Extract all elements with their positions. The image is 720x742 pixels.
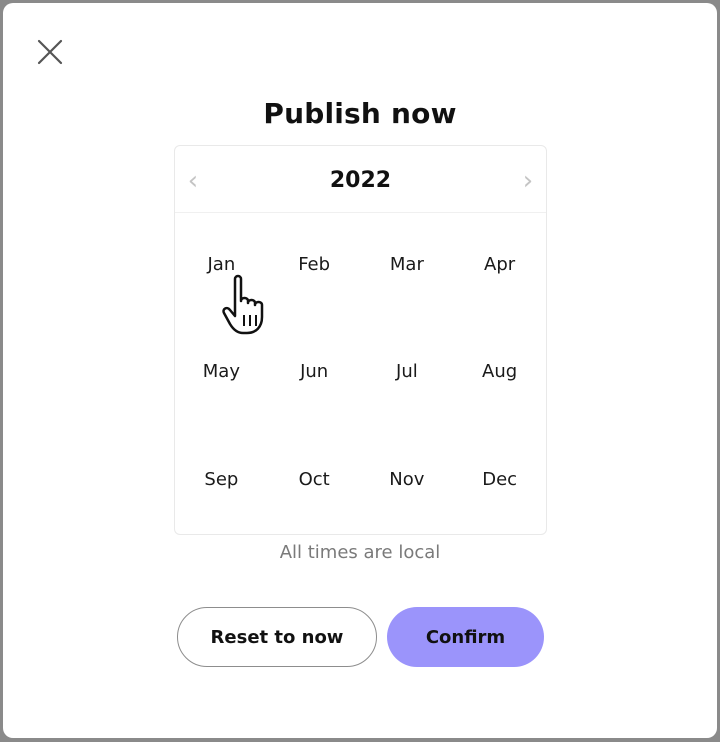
close-button[interactable] [35, 37, 65, 67]
chevron-right-icon[interactable]: › [516, 166, 540, 196]
month-jan[interactable]: Jan [175, 212, 268, 319]
month-mar[interactable]: Mar [361, 212, 454, 319]
month-aug[interactable]: Aug [453, 319, 546, 426]
close-icon [37, 39, 63, 65]
month-nov[interactable]: Nov [361, 427, 454, 534]
reset-to-now-button[interactable]: Reset to now [177, 607, 377, 667]
month-picker: ‹ 2022 › Jan Feb Mar Apr May Jun Jul Aug… [174, 145, 547, 535]
calendar-year: 2022 [329, 168, 392, 193]
month-oct[interactable]: Oct [268, 427, 361, 534]
month-grid: Jan Feb Mar Apr May Jun Jul Aug Sep Oct … [175, 212, 546, 534]
timezone-note: All times are local [279, 542, 441, 563]
month-feb[interactable]: Feb [268, 212, 361, 319]
month-jul[interactable]: Jul [361, 319, 454, 426]
month-jun[interactable]: Jun [268, 319, 361, 426]
calendar-header: ‹ 2022 › [175, 146, 546, 213]
month-sep[interactable]: Sep [175, 427, 268, 534]
dialog-title: Publish now [263, 97, 457, 130]
confirm-button[interactable]: Confirm [387, 607, 544, 667]
month-may[interactable]: May [175, 319, 268, 426]
month-dec[interactable]: Dec [453, 427, 546, 534]
publish-dialog: Publish now ‹ 2022 › Jan Feb Mar Apr May… [3, 3, 717, 738]
month-apr[interactable]: Apr [453, 212, 546, 319]
